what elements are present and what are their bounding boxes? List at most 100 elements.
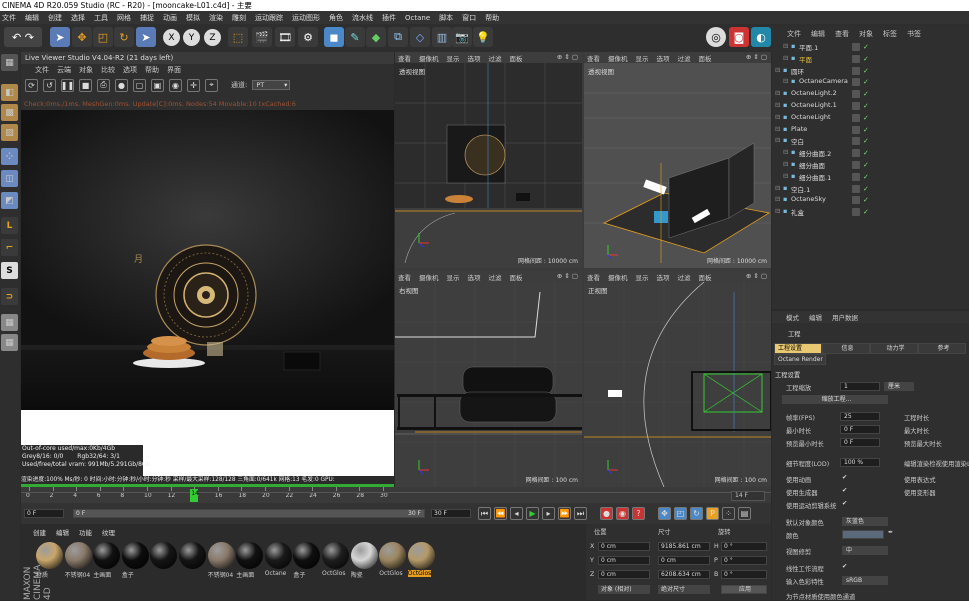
viewport-menu-item[interactable]: 面板 [699,272,712,282]
menu-item[interactable]: 角色 [329,13,343,23]
scale-input[interactable]: 1 [840,382,880,391]
viewport-menu-item[interactable]: 查看 [587,272,600,282]
viewport-menu-item[interactable]: 显示 [636,53,649,63]
viewport-menu-item[interactable]: 面板 [699,53,712,63]
axis-mode-icon[interactable]: L [1,217,18,234]
menu-item[interactable]: 工具 [94,13,108,23]
stop-icon[interactable]: ■ [79,78,92,92]
render-view-icon[interactable]: 🎬 [252,27,272,47]
visibility-toggle[interactable] [852,172,860,181]
prev-key-icon[interactable]: ⏪ [494,507,507,520]
object-row[interactable]: ⊟ ▪ OctaneLight ✓ [775,113,969,124]
model-mode-icon[interactable]: ◧ [1,84,18,101]
visibility-toggle[interactable] [852,149,860,158]
array-icon[interactable]: ⧉ [388,27,408,47]
object-expand-icon[interactable]: ⊟ [783,148,788,156]
object-row[interactable]: ⊟ ▪ 细分曲面 ✓ [775,160,969,171]
position-y-input[interactable]: 0 cm [598,556,650,565]
visibility-toggle[interactable] [852,125,860,134]
enable-check-icon[interactable]: ✓ [863,78,870,86]
octane-settings-icon[interactable]: ◐ [751,27,771,47]
channel-select[interactable]: PT ▾ [252,80,291,90]
viewport-menu-item[interactable]: 摄像机 [419,53,439,63]
object-menu-item[interactable]: 书签 [907,29,921,39]
object-expand-icon[interactable]: ⊟ [783,77,788,85]
end-frame-field[interactable]: 30 F [431,509,471,518]
menu-item[interactable]: Octane [405,14,430,22]
points-mode-icon[interactable]: ⁘ [1,148,18,165]
object-expand-icon[interactable]: ⊟ [775,101,780,109]
object-expand-icon[interactable]: ⊟ [783,172,788,180]
menu-item[interactable]: 雕刻 [232,13,246,23]
enable-check-icon[interactable]: ✓ [863,173,870,181]
visibility-toggle[interactable] [852,184,860,193]
use-animation-checkbox[interactable]: ✔ [842,474,847,481]
timeline-ruler[interactable]: 024681012141618202224262830 [21,487,771,502]
undo-redo-icon[interactable]: ↶ ↷ [4,27,42,47]
enable-check-icon[interactable]: ✓ [863,196,870,204]
render-picture-icon[interactable]: 🎞 [275,27,295,47]
viewport-menu-item[interactable]: 过滤 [678,272,691,282]
object-expand-icon[interactable]: ⊟ [775,113,780,121]
key-scale-icon[interactable]: ◰ [674,507,687,520]
pin-icon[interactable]: ⌖ [205,78,218,92]
viewport-menu-item[interactable]: 显示 [447,272,460,282]
object-expand-icon[interactable]: ⊟ [775,184,780,192]
current-frame-field[interactable]: 14 F [731,491,765,501]
menu-item[interactable]: 选择 [71,13,85,23]
menu-item[interactable]: 脚本 [439,13,453,23]
object-expand-icon[interactable]: ⊟ [775,207,780,215]
material-swatch[interactable] [322,542,349,569]
lv-menu-item[interactable]: 帮助 [145,65,159,75]
tweak-mode-icon[interactable]: ⌐ [1,239,18,256]
viewport-menu-item[interactable]: 选项 [468,53,481,63]
object-expand-icon[interactable]: ⊟ [775,125,780,133]
viewport-menu-item[interactable]: 面板 [510,53,523,63]
use-generator-checkbox[interactable]: ✔ [842,487,847,494]
visibility-toggle[interactable] [852,137,860,146]
object-expand-icon[interactable]: ⊟ [783,42,788,50]
scene-icon[interactable]: ▥ [432,27,452,47]
enable-check-icon[interactable]: ✓ [863,161,870,169]
axis-z-icon[interactable]: Z [204,29,221,46]
subtab-info[interactable]: 信息 [822,343,870,354]
viewport-menu-item[interactable]: 过滤 [489,272,502,282]
viewport-menu-item[interactable]: 查看 [398,272,411,282]
make-editable-icon[interactable]: ▦ [1,54,18,71]
visibility-toggle[interactable] [852,78,860,87]
lv-menu-item[interactable]: 云端 [57,65,71,75]
timeline-window-icon[interactable]: ▤ [738,507,751,520]
visibility-toggle[interactable] [852,196,860,205]
move-icon[interactable]: ✥ [72,27,92,47]
coordinate-mode-select[interactable]: 对象 (相对) [598,585,650,594]
viewport-menu-item[interactable]: 摄像机 [608,272,628,282]
enable-check-icon[interactable]: ✓ [863,114,870,122]
object-row[interactable]: ⊟ ▪ 礼盒 ✓ [775,207,969,218]
rotation-b-input[interactable]: 0 ° [721,570,767,579]
object-menu-item[interactable]: 文件 [787,29,801,39]
menu-item[interactable]: 流水线 [352,13,373,23]
lv-menu-item[interactable]: 选项 [123,65,137,75]
cube-primitive-icon[interactable]: ◼ [324,27,344,47]
lv-menu-item[interactable]: 对象 [79,65,93,75]
viewport-nav-icon[interactable]: ⊕ ⇕ ▢ [557,272,578,280]
object-row[interactable]: ⊟ ▪ 空白 ✓ [775,136,969,147]
enable-check-icon[interactable]: ✓ [863,126,870,134]
object-row[interactable]: ⊟ ▪ 细分曲面.1 ✓ [775,172,969,183]
subdivision-icon[interactable]: ◆ [366,27,386,47]
object-row[interactable]: ⊟ ▪ OctaneCamera ✓ [775,77,969,88]
record-icon[interactable]: ● [600,507,613,520]
magnet-icon[interactable]: ⊃ [1,288,18,305]
viewport-right[interactable]: 查看 摄像机 显示 选项 过滤 面板 右视图 网格间距 : 100 cm ⊕ ⇕ ▢ [395,271,582,487]
object-row[interactable]: ⊟ ▪ Plate ✓ [775,125,969,136]
size-mode-select[interactable]: 绝对尺寸 [658,585,710,594]
min-time-input[interactable]: 0 F [840,425,880,434]
enable-check-icon[interactable]: ✓ [863,137,870,145]
material-swatch[interactable] [264,542,292,569]
enable-check-icon[interactable]: ✓ [863,90,870,98]
material-swatch[interactable] [93,542,121,569]
preview-min-input[interactable]: 0 F [840,438,880,447]
region-icon[interactable]: ▢ [133,78,146,92]
position-x-input[interactable]: 0 cm [598,542,650,551]
view-clip-select[interactable]: 中 [842,546,888,555]
